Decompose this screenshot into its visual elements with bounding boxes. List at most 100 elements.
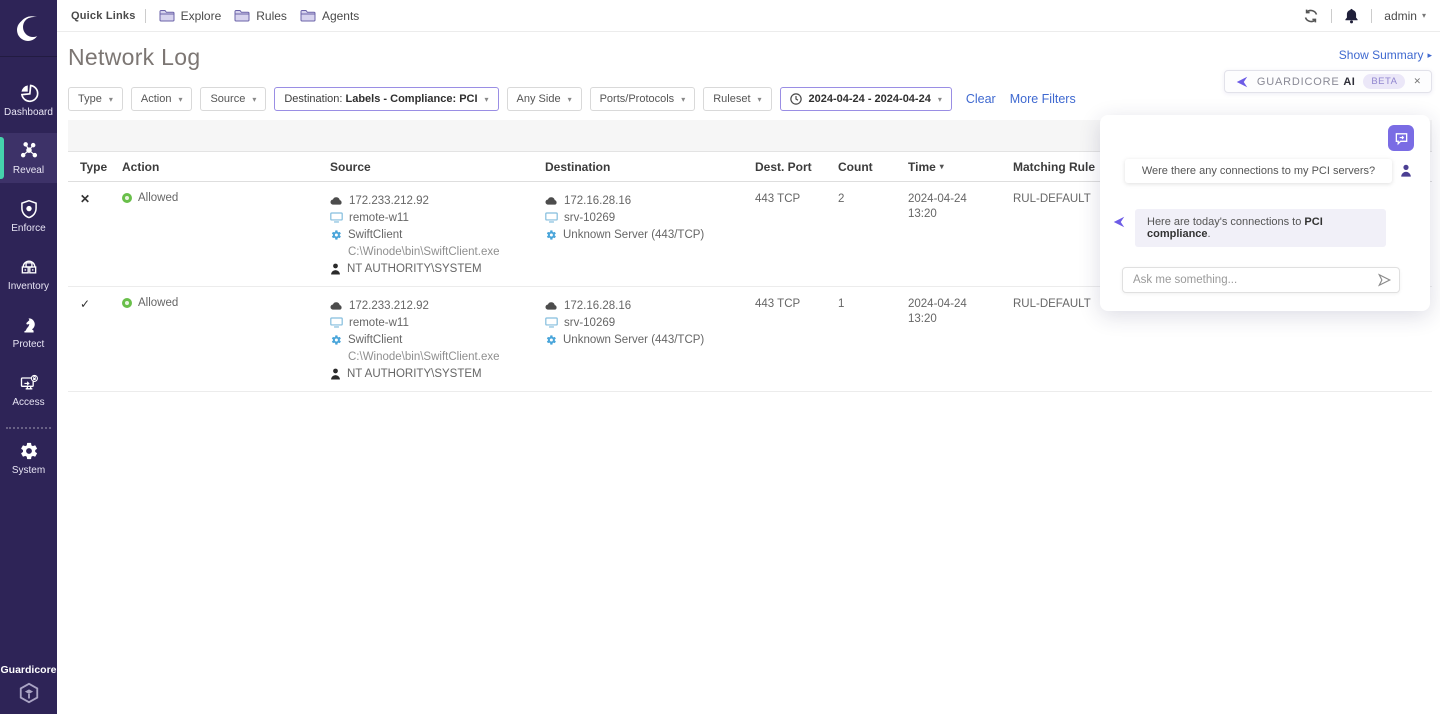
send-icon[interactable] — [1377, 273, 1392, 292]
source-ip[interactable]: 172.233.212.92 — [349, 195, 429, 207]
reveal-icon — [19, 141, 39, 161]
filter-date-range[interactable]: 2024-04-24 - 2024-04-24 ▾ — [780, 87, 952, 111]
host-monitor-icon — [545, 317, 558, 328]
time-date: 2024-04-24 — [908, 192, 1013, 207]
sidebar-item-enforce[interactable]: Enforce — [0, 191, 57, 241]
topnav-explore[interactable]: Explore — [159, 9, 222, 23]
filter-label: Destination: Labels - Compliance: PCI — [284, 93, 477, 105]
sidebar-item-reveal[interactable]: Reveal — [0, 133, 57, 183]
close-icon[interactable]: ✕ — [1413, 76, 1421, 87]
chevron-down-icon: ▾ — [681, 95, 685, 104]
filter-any-side[interactable]: Any Side ▾ — [507, 87, 582, 111]
sidebar-item-label: System — [12, 465, 45, 476]
show-summary-link[interactable]: Show Summary ▸ — [1339, 48, 1432, 62]
source-user: NT AUTHORITY\SYSTEM — [347, 368, 482, 380]
filter-ports-protocols[interactable]: Ports/Protocols ▾ — [590, 87, 696, 111]
column-source[interactable]: Source — [330, 160, 545, 174]
clear-filters-button[interactable]: Clear — [966, 92, 996, 106]
notifications-button[interactable] — [1344, 8, 1359, 24]
topnav-agents[interactable]: Agents — [300, 9, 359, 23]
column-dest-port[interactable]: Dest. Port — [755, 160, 838, 174]
topbar: Quick Links Explore Rules Agents — [57, 0, 1440, 32]
folder-icon — [234, 9, 250, 22]
destination-ip[interactable]: 172.16.28.16 — [564, 195, 631, 207]
folder-icon — [300, 9, 316, 22]
column-time[interactable]: Time▾ — [908, 160, 1013, 174]
cell-time: 2024-04-24 13:20 — [908, 192, 1013, 277]
filter-source[interactable]: Source ▾ — [200, 87, 266, 111]
source-process[interactable]: SwiftClient — [348, 334, 402, 346]
column-type[interactable]: Type — [80, 160, 122, 174]
destination-service[interactable]: Unknown Server (443/TCP) — [563, 229, 704, 241]
destination-host[interactable]: srv-10269 — [564, 317, 615, 329]
topbar-separator — [1371, 9, 1372, 23]
connection-failed-icon: ✕ — [80, 192, 90, 206]
chevron-down-icon: ▾ — [938, 95, 942, 104]
akamai-crescent-logo[interactable] — [0, 0, 57, 57]
cell-type: ✕ — [80, 192, 122, 277]
column-action[interactable]: Action — [122, 160, 330, 174]
filter-ruleset[interactable]: Ruleset ▾ — [703, 87, 771, 111]
filter-label: Ports/Protocols — [600, 93, 675, 105]
quick-links[interactable]: Quick Links — [71, 10, 136, 22]
ask-input[interactable] — [1122, 267, 1400, 293]
chevron-down-icon: ▾ — [1422, 11, 1426, 20]
sidebar: Dashboard Reveal Enforce — [0, 0, 57, 714]
chevron-down-icon: ▾ — [178, 95, 182, 104]
action-label: Allowed — [138, 192, 178, 204]
column-count[interactable]: Count — [838, 160, 908, 174]
filter-type[interactable]: Type ▾ — [68, 87, 123, 111]
destination-service[interactable]: Unknown Server (443/TCP) — [563, 334, 704, 346]
user-menu[interactable]: admin ▾ — [1384, 9, 1426, 23]
process-gear-icon — [545, 334, 557, 346]
source-process[interactable]: SwiftClient — [348, 229, 402, 241]
sidebar-item-protect[interactable]: Protect — [0, 307, 57, 357]
guardicore-brand-text: Guardicore — [0, 664, 56, 676]
protect-knight-icon — [19, 315, 39, 335]
filter-destination[interactable]: Destination: Labels - Compliance: PCI ▾ — [274, 87, 498, 111]
ai-message: Here are today's connections to PCI comp… — [1135, 209, 1386, 247]
sidebar-item-dashboard[interactable]: Dashboard — [0, 75, 57, 125]
process-gear-icon — [330, 334, 342, 346]
topbar-right: admin ▾ — [1303, 8, 1426, 24]
new-chat-button[interactable] — [1388, 125, 1414, 151]
chevron-down-icon: ▾ — [758, 95, 762, 104]
sidebar-item-system[interactable]: System — [0, 433, 57, 483]
access-monitor-icon — [19, 373, 39, 393]
sidebar-item-label: Inventory — [8, 281, 49, 292]
cloud-icon — [330, 196, 343, 206]
filter-action[interactable]: Action ▾ — [131, 87, 193, 111]
destination-ip[interactable]: 172.16.28.16 — [564, 300, 631, 312]
guardicore-ai-panel: Were there any connections to my PCI ser… — [1100, 115, 1430, 311]
cell-type: ✓ — [80, 297, 122, 382]
sidebar-item-access[interactable]: Access — [0, 365, 57, 415]
allowed-status-icon — [122, 298, 132, 308]
more-filters-button[interactable]: More Filters — [1010, 92, 1076, 106]
ai-paper-plane-icon — [1112, 215, 1126, 229]
cell-destination: 172.16.28.16 srv-10269 Unknown Server (4… — [545, 297, 755, 382]
column-destination[interactable]: Destination — [545, 160, 755, 174]
refresh-button[interactable] — [1303, 8, 1319, 24]
sidebar-item-label: Dashboard — [4, 107, 53, 118]
cell-count: 2 — [838, 192, 908, 277]
cell-count: 1 — [838, 297, 908, 382]
sidebar-item-inventory[interactable]: Inventory — [0, 249, 57, 299]
dashboard-icon — [19, 83, 39, 103]
topnav-rules[interactable]: Rules — [234, 9, 287, 23]
chevron-down-icon: ▾ — [109, 95, 113, 104]
date-range-value: 2024-04-24 - 2024-04-24 — [809, 93, 931, 105]
filter-label: Type — [78, 93, 102, 105]
source-host[interactable]: remote-w11 — [349, 317, 409, 329]
filter-label: Source — [210, 93, 245, 105]
source-ip[interactable]: 172.233.212.92 — [349, 300, 429, 312]
cloud-icon — [545, 196, 558, 206]
system-gear-icon — [19, 441, 39, 461]
inventory-boxes-icon — [19, 257, 39, 277]
source-host[interactable]: remote-w11 — [349, 212, 409, 224]
cell-time: 2024-04-24 13:20 — [908, 297, 1013, 382]
guardicore-ai-toggle[interactable]: GUARDICORE AI BETA ✕ — [1224, 70, 1432, 93]
page-title: Network Log — [68, 44, 1440, 71]
chevron-down-icon: ▾ — [568, 95, 572, 104]
destination-host[interactable]: srv-10269 — [564, 212, 615, 224]
sidebar-item-label: Access — [12, 397, 44, 408]
